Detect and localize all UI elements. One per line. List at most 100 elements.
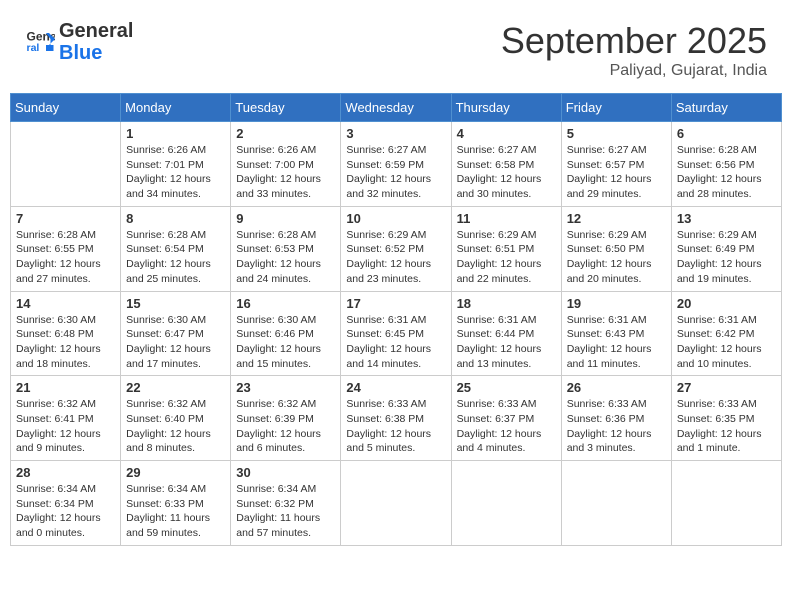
day-number: 3 bbox=[346, 126, 445, 141]
day-number: 26 bbox=[567, 380, 666, 395]
day-info: Sunrise: 6:33 AM Sunset: 6:37 PM Dayligh… bbox=[457, 397, 556, 456]
day-info: Sunrise: 6:32 AM Sunset: 6:41 PM Dayligh… bbox=[16, 397, 115, 456]
calendar-cell: 13 Sunrise: 6:29 AM Sunset: 6:49 PM Dayli… bbox=[671, 206, 781, 291]
calendar-cell: 3 Sunrise: 6:27 AM Sunset: 6:59 PM Daylig… bbox=[341, 122, 451, 207]
svg-text:ral: ral bbox=[27, 42, 40, 54]
day-info: Sunrise: 6:29 AM Sunset: 6:49 PM Dayligh… bbox=[677, 228, 776, 287]
day-info: Sunrise: 6:29 AM Sunset: 6:52 PM Dayligh… bbox=[346, 228, 445, 287]
day-number: 6 bbox=[677, 126, 776, 141]
day-number: 29 bbox=[126, 465, 225, 480]
day-info: Sunrise: 6:27 AM Sunset: 6:59 PM Dayligh… bbox=[346, 143, 445, 202]
day-info: Sunrise: 6:31 AM Sunset: 6:44 PM Dayligh… bbox=[457, 313, 556, 372]
calendar-cell: 17 Sunrise: 6:31 AM Sunset: 6:45 PM Dayli… bbox=[341, 291, 451, 376]
calendar-cell: 16 Sunrise: 6:30 AM Sunset: 6:46 PM Dayli… bbox=[231, 291, 341, 376]
calendar-cell: 27Sunrise: 6:33 AM Sunset: 6:35 PM Dayli… bbox=[671, 376, 781, 461]
calendar-cell: 23 Sunrise: 6:32 AM Sunset: 6:39 PM Dayli… bbox=[231, 376, 341, 461]
day-info: Sunrise: 6:31 AM Sunset: 6:42 PM Dayligh… bbox=[677, 313, 776, 372]
day-number: 24 bbox=[346, 380, 445, 395]
calendar-cell: 14 Sunrise: 6:30 AM Sunset: 6:48 PM Dayli… bbox=[11, 291, 121, 376]
calendar-cell: 24Sunrise: 6:33 AM Sunset: 6:38 PM Dayli… bbox=[341, 376, 451, 461]
day-info: Sunrise: 6:32 AM Sunset: 6:40 PM Dayligh… bbox=[126, 397, 225, 456]
day-number: 22 bbox=[126, 380, 225, 395]
calendar-cell: 19 Sunrise: 6:31 AM Sunset: 6:43 PM Dayli… bbox=[561, 291, 671, 376]
calendar-cell: 10 Sunrise: 6:29 AM Sunset: 6:52 PM Dayli… bbox=[341, 206, 451, 291]
calendar-cell: 18 Sunrise: 6:31 AM Sunset: 6:44 PM Dayli… bbox=[451, 291, 561, 376]
day-info: Sunrise: 6:34 AM Sunset: 6:33 PM Dayligh… bbox=[126, 482, 225, 541]
calendar-cell: 15 Sunrise: 6:30 AM Sunset: 6:47 PM Dayli… bbox=[121, 291, 231, 376]
day-info: Sunrise: 6:30 AM Sunset: 6:48 PM Dayligh… bbox=[16, 313, 115, 372]
calendar-cell: 28Sunrise: 6:34 AM Sunset: 6:34 PM Dayli… bbox=[11, 461, 121, 546]
logo: Gene ral General Blue bbox=[25, 20, 133, 64]
day-number: 10 bbox=[346, 211, 445, 226]
day-info: Sunrise: 6:33 AM Sunset: 6:36 PM Dayligh… bbox=[567, 397, 666, 456]
day-number: 7 bbox=[16, 211, 115, 226]
calendar-cell: 8 Sunrise: 6:28 AM Sunset: 6:54 PM Daylig… bbox=[121, 206, 231, 291]
calendar-cell: 6 Sunrise: 6:28 AM Sunset: 6:56 PM Daylig… bbox=[671, 122, 781, 207]
day-number: 30 bbox=[236, 465, 335, 480]
day-info: Sunrise: 6:31 AM Sunset: 6:43 PM Dayligh… bbox=[567, 313, 666, 372]
calendar-day-header: Monday bbox=[121, 94, 231, 122]
calendar-cell: 22 Sunrise: 6:32 AM Sunset: 6:40 PM Dayli… bbox=[121, 376, 231, 461]
day-info: Sunrise: 6:32 AM Sunset: 6:39 PM Dayligh… bbox=[236, 397, 335, 456]
day-number: 19 bbox=[567, 296, 666, 311]
day-info: Sunrise: 6:28 AM Sunset: 6:56 PM Dayligh… bbox=[677, 143, 776, 202]
day-number: 1 bbox=[126, 126, 225, 141]
day-number: 11 bbox=[457, 211, 556, 226]
day-info: Sunrise: 6:33 AM Sunset: 6:35 PM Dayligh… bbox=[677, 397, 776, 456]
day-info: Sunrise: 6:30 AM Sunset: 6:47 PM Dayligh… bbox=[126, 313, 225, 372]
calendar-cell: 4 Sunrise: 6:27 AM Sunset: 6:58 PM Daylig… bbox=[451, 122, 561, 207]
day-info: Sunrise: 6:30 AM Sunset: 6:46 PM Dayligh… bbox=[236, 313, 335, 372]
calendar-week-row: 21 Sunrise: 6:32 AM Sunset: 6:41 PM Dayli… bbox=[11, 376, 782, 461]
calendar-cell: 12Sunrise: 6:29 AM Sunset: 6:50 PM Dayli… bbox=[561, 206, 671, 291]
day-number: 14 bbox=[16, 296, 115, 311]
calendar-week-row: 28Sunrise: 6:34 AM Sunset: 6:34 PM Dayli… bbox=[11, 461, 782, 546]
day-info: Sunrise: 6:27 AM Sunset: 6:58 PM Dayligh… bbox=[457, 143, 556, 202]
day-info: Sunrise: 6:29 AM Sunset: 6:51 PM Dayligh… bbox=[457, 228, 556, 287]
logo-text-blue: Blue bbox=[59, 42, 133, 64]
calendar-cell bbox=[451, 461, 561, 546]
day-info: Sunrise: 6:28 AM Sunset: 6:53 PM Dayligh… bbox=[236, 228, 335, 287]
calendar-day-header: Wednesday bbox=[341, 94, 451, 122]
day-info: Sunrise: 6:29 AM Sunset: 6:50 PM Dayligh… bbox=[567, 228, 666, 287]
calendar-cell bbox=[11, 122, 121, 207]
calendar-cell: 30 Sunrise: 6:34 AM Sunset: 6:32 PM Dayli… bbox=[231, 461, 341, 546]
day-number: 13 bbox=[677, 211, 776, 226]
calendar-week-row: 1Sunrise: 6:26 AM Sunset: 7:01 PM Daylig… bbox=[11, 122, 782, 207]
day-info: Sunrise: 6:28 AM Sunset: 6:54 PM Dayligh… bbox=[126, 228, 225, 287]
day-number: 21 bbox=[16, 380, 115, 395]
calendar-table: SundayMondayTuesdayWednesdayThursdayFrid… bbox=[10, 93, 782, 546]
calendar-header-row: SundayMondayTuesdayWednesdayThursdayFrid… bbox=[11, 94, 782, 122]
logo-icon: Gene ral bbox=[25, 27, 55, 57]
calendar-cell: 7 Sunrise: 6:28 AM Sunset: 6:55 PM Daylig… bbox=[11, 206, 121, 291]
month-title: September 2025 bbox=[501, 20, 767, 62]
calendar-cell: 9 Sunrise: 6:28 AM Sunset: 6:53 PM Daylig… bbox=[231, 206, 341, 291]
location-subtitle: Paliyad, Gujarat, India bbox=[501, 62, 767, 80]
calendar-cell: 25Sunrise: 6:33 AM Sunset: 6:37 PM Dayli… bbox=[451, 376, 561, 461]
day-number: 20 bbox=[677, 296, 776, 311]
calendar-cell bbox=[561, 461, 671, 546]
day-number: 15 bbox=[126, 296, 225, 311]
calendar-cell bbox=[671, 461, 781, 546]
calendar-day-header: Sunday bbox=[11, 94, 121, 122]
calendar-cell: 2Sunrise: 6:26 AM Sunset: 7:00 PM Daylig… bbox=[231, 122, 341, 207]
day-info: Sunrise: 6:34 AM Sunset: 6:32 PM Dayligh… bbox=[236, 482, 335, 541]
day-info: Sunrise: 6:28 AM Sunset: 6:55 PM Dayligh… bbox=[16, 228, 115, 287]
day-number: 23 bbox=[236, 380, 335, 395]
calendar-day-header: Tuesday bbox=[231, 94, 341, 122]
calendar-cell: 11 Sunrise: 6:29 AM Sunset: 6:51 PM Dayli… bbox=[451, 206, 561, 291]
day-number: 28 bbox=[16, 465, 115, 480]
day-number: 9 bbox=[236, 211, 335, 226]
calendar-day-header: Friday bbox=[561, 94, 671, 122]
day-number: 8 bbox=[126, 211, 225, 226]
day-number: 17 bbox=[346, 296, 445, 311]
calendar-cell bbox=[341, 461, 451, 546]
logo-text-general: General bbox=[59, 20, 133, 42]
day-number: 5 bbox=[567, 126, 666, 141]
day-number: 16 bbox=[236, 296, 335, 311]
day-info: Sunrise: 6:26 AM Sunset: 7:00 PM Dayligh… bbox=[236, 143, 335, 202]
calendar-cell: 29 Sunrise: 6:34 AM Sunset: 6:33 PM Dayli… bbox=[121, 461, 231, 546]
calendar-cell: 1Sunrise: 6:26 AM Sunset: 7:01 PM Daylig… bbox=[121, 122, 231, 207]
day-info: Sunrise: 6:31 AM Sunset: 6:45 PM Dayligh… bbox=[346, 313, 445, 372]
day-number: 4 bbox=[457, 126, 556, 141]
day-number: 18 bbox=[457, 296, 556, 311]
